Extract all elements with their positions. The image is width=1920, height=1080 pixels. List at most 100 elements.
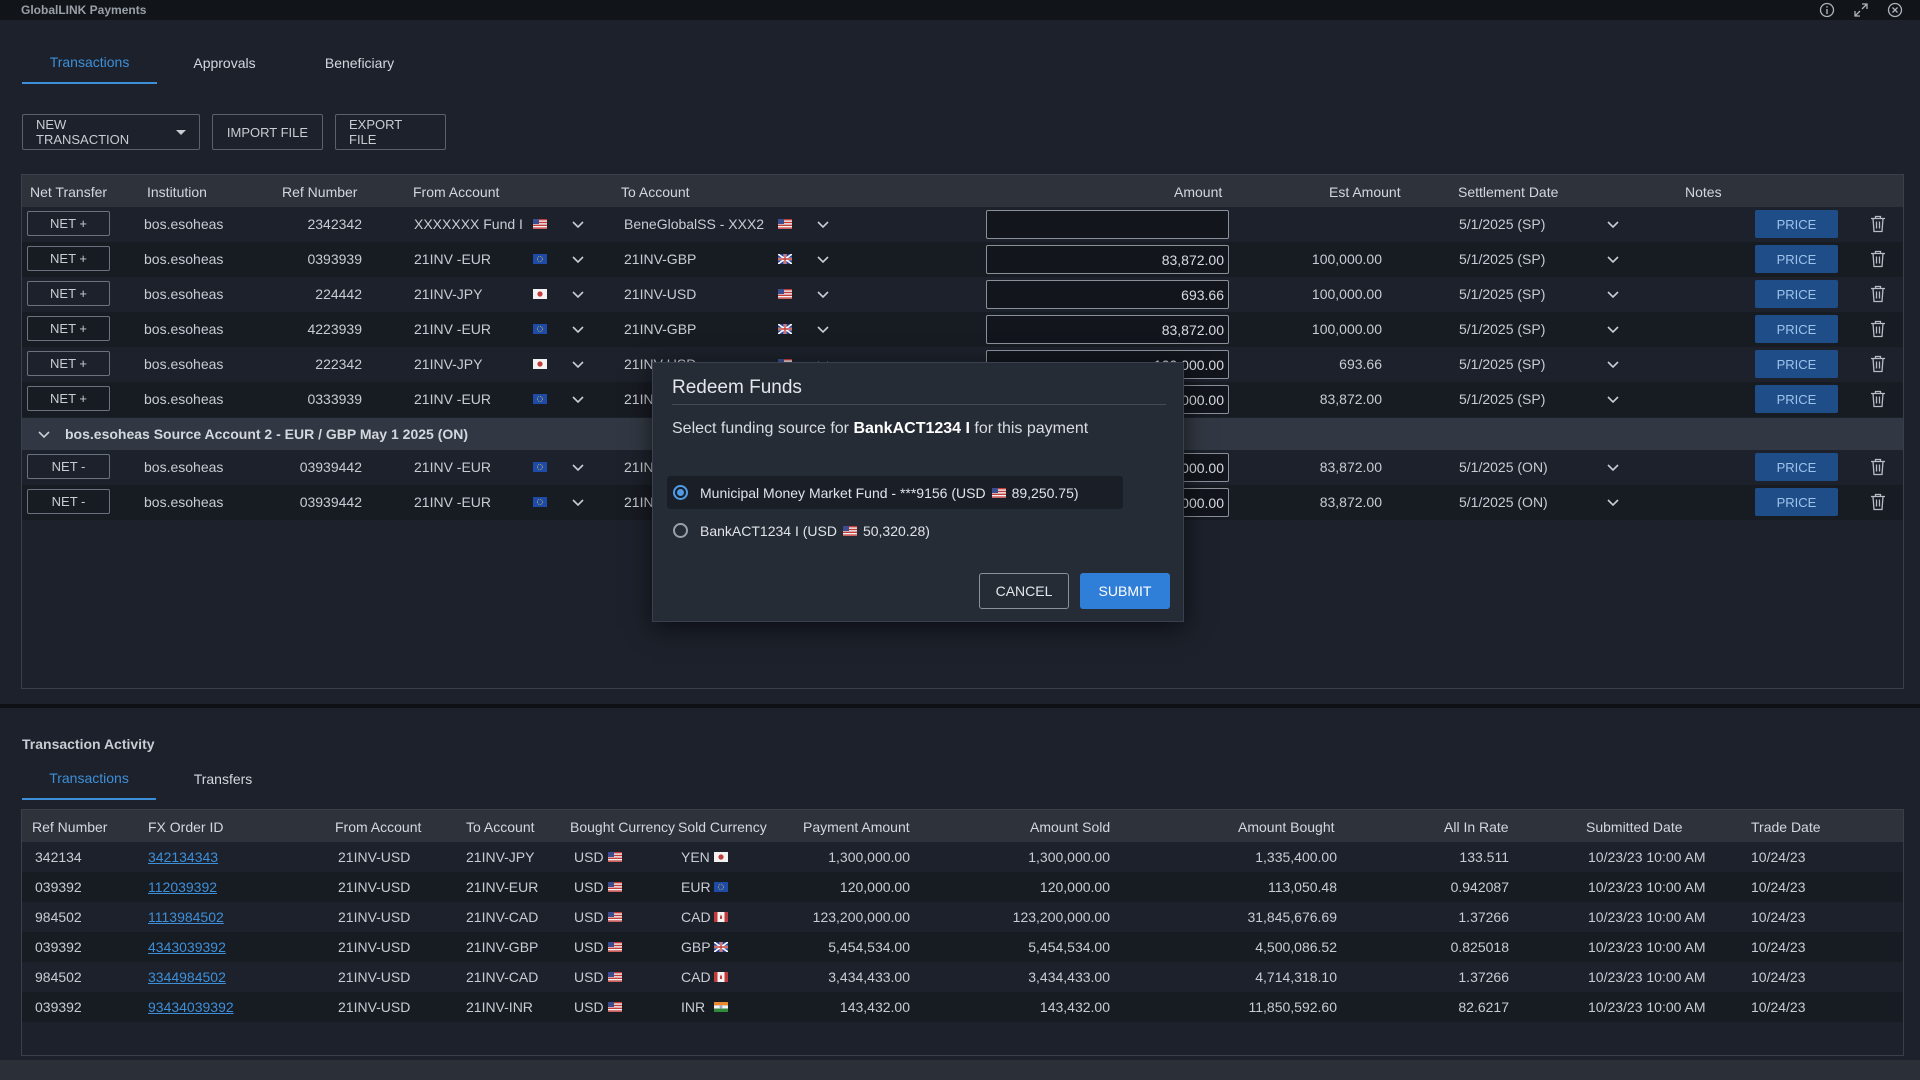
chevron-down-icon[interactable] [572,253,584,265]
price-button[interactable]: PRICE [1755,385,1838,413]
chevron-down-icon[interactable] [1607,253,1619,265]
amount-input[interactable]: 83,872.00 [986,245,1229,274]
from-account-cell: 21INV -EUR [414,391,492,407]
trash-icon[interactable] [1870,390,1886,408]
settlement-date-cell: 5/1/2025 (SP) [1459,391,1546,407]
amount-bought-cell: 11,850,592.60 [1248,999,1338,1015]
close-icon[interactable] [1886,1,1904,19]
funding-option-bankact[interactable]: BankACT1234 I (USD 50,320.28) [667,514,1123,547]
price-button[interactable]: PRICE [1755,488,1838,516]
trash-icon[interactable] [1870,493,1886,511]
tab-activity-transfers[interactable]: Transfers [156,758,290,800]
table-row[interactable]: NET + bos.esoheas 2342342 XXXXXXX Fund I Ben… [22,207,1903,242]
tab-beneficiary[interactable]: Beneficiary [292,42,427,84]
radio-bankact[interactable] [673,523,688,538]
tab-activity-transactions[interactable]: Transactions [22,758,156,800]
to-account-cell: BeneGlobalSS - XXX2 [624,216,765,232]
tab-transactions[interactable]: Transactions [22,42,157,84]
trash-icon[interactable] [1870,250,1886,268]
price-button[interactable]: PRICE [1755,280,1838,308]
chevron-down-icon[interactable] [572,288,584,300]
submit-button[interactable]: SUBMIT [1080,573,1170,609]
net-toggle-button[interactable]: NET + [27,281,110,306]
submitted-date-cell: 10/23/23 10:00 AM [1588,999,1706,1015]
net-toggle-button[interactable]: NET + [27,211,110,236]
table-row[interactable]: NET + bos.esoheas 4223939 21INV -EUR 21INV-G… [22,312,1903,347]
info-icon[interactable] [1818,1,1836,19]
net-toggle-button[interactable]: NET + [27,316,110,341]
price-button[interactable]: PRICE [1755,210,1838,238]
fx-order-link[interactable]: 342134343 [148,849,218,865]
chevron-down-icon[interactable] [1607,461,1619,473]
chevron-down-icon[interactable] [1607,393,1619,405]
price-button[interactable]: PRICE [1755,350,1838,378]
table-row[interactable]: 342134 342134343 21INV-USD 21INV-JPY USD YEN 1… [22,842,1903,872]
import-file-button[interactable]: IMPORT FILE [212,114,323,150]
panel-divider[interactable] [0,704,1920,708]
ref-number-cell: 03939442 [299,459,362,475]
chevron-down-icon[interactable] [817,288,829,300]
new-transaction-label: NEW TRANSACTION [36,117,130,147]
amount-input[interactable]: 83,872.00 [986,315,1229,344]
chevron-down-icon[interactable] [572,461,584,473]
expand-icon[interactable] [1852,1,1870,19]
chevron-down-icon[interactable] [1607,496,1619,508]
chevron-down-icon[interactable] [1607,323,1619,335]
tab-approvals[interactable]: Approvals [157,42,292,84]
amount-input[interactable] [986,210,1229,239]
table-row[interactable]: NET + bos.esoheas 224442 21INV-JPY 21INV-USD… [22,277,1903,312]
cancel-button[interactable]: CANCEL [979,573,1069,609]
fx-order-link[interactable]: 3344984502 [148,969,226,985]
table-row[interactable]: 984502 3344984502 21INV-USD 21INV-CAD USD CAD… [22,962,1903,992]
dropdown-caret-icon[interactable] [176,129,186,135]
radio-municipal[interactable] [673,485,688,500]
chevron-down-icon[interactable] [572,393,584,405]
funding-option-municipal[interactable]: Municipal Money Market Fund - ***9156 (U… [667,476,1123,509]
chevron-down-icon[interactable] [817,218,829,230]
table-row[interactable]: 039392 4343039392 21INV-USD 21INV-GBP USD GBP… [22,932,1903,962]
price-button[interactable]: PRICE [1755,245,1838,273]
trash-icon[interactable] [1870,285,1886,303]
chevron-down-icon[interactable] [1607,288,1619,300]
chevron-down-icon[interactable] [572,496,584,508]
chevron-down-icon[interactable] [572,323,584,335]
us-flag-icon [608,852,622,862]
table-row[interactable]: 984502 1113984502 21INV-USD 21INV-CAD USD CAD… [22,902,1903,932]
from-account-cell: 21INV -EUR [414,251,492,267]
fx-order-link[interactable]: 112039392 [148,879,217,895]
net-toggle-button[interactable]: NET - [27,454,110,479]
chevron-down-icon[interactable] [817,253,829,265]
trash-icon[interactable] [1870,355,1886,373]
new-transaction-button[interactable]: NEW TRANSACTION [22,114,200,150]
price-button[interactable]: PRICE [1755,453,1838,481]
fx-order-link[interactable]: 4343039392 [148,939,226,955]
amount-input[interactable]: 693.66 [986,280,1229,309]
table-row[interactable]: 039392 93434039392 21INV-USD 21INV-INR USD IN… [22,992,1903,1022]
chevron-down-icon[interactable] [572,218,584,230]
chevron-down-icon[interactable] [572,358,584,370]
chevron-down-icon[interactable] [1607,218,1619,230]
export-file-button[interactable]: EXPORT FILE [335,114,446,150]
table-row[interactable]: NET + bos.esoheas 0393939 21INV -EUR 21INV-G… [22,242,1903,277]
net-toggle-button[interactable]: NET + [27,246,110,271]
price-button[interactable]: PRICE [1755,315,1838,343]
net-toggle-button[interactable]: NET + [27,351,110,376]
chevron-down-icon[interactable] [817,323,829,335]
table-row[interactable]: 039392 112039392 21INV-USD 21INV-EUR USD EUR 1… [22,872,1903,902]
trash-icon[interactable] [1870,215,1886,233]
trash-icon[interactable] [1870,458,1886,476]
institution-cell: bos.esoheas [144,356,224,372]
ref-cell: 342134 [35,849,82,865]
settlement-date-cell: 5/1/2025 (ON) [1459,459,1548,475]
footer-bar [0,1060,1920,1080]
header-institution: Institution [147,184,207,200]
all-in-rate-cell: 82.6217 [1458,999,1509,1015]
chevron-down-icon[interactable] [38,428,50,440]
trash-icon[interactable] [1870,320,1886,338]
net-toggle-button[interactable]: NET + [27,386,110,411]
fx-order-link[interactable]: 93434039392 [148,999,234,1015]
chevron-down-icon[interactable] [1607,358,1619,370]
main-tabs: Transactions Approvals Beneficiary [22,42,427,84]
fx-order-link[interactable]: 1113984502 [148,909,224,925]
net-toggle-button[interactable]: NET - [27,489,110,514]
